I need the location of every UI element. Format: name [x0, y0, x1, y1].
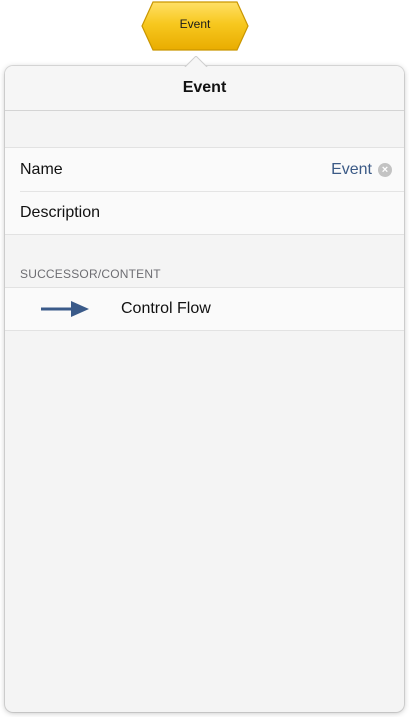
popover-header: Event: [5, 66, 404, 111]
name-field[interactable]: Event: [331, 161, 372, 179]
properties-group: Name Event × Description: [5, 147, 404, 235]
description-row[interactable]: Description: [5, 191, 404, 234]
name-row[interactable]: Name Event ×: [5, 148, 404, 191]
description-label: Description: [20, 203, 101, 221]
successor-section-header: SUCCESSOR/CONTENT: [20, 267, 161, 281]
control-flow-label: Control Flow: [121, 300, 211, 317]
right-arrow-icon: [41, 301, 89, 317]
top-spacer: [5, 111, 404, 147]
successor-group: Control Flow: [5, 287, 404, 331]
popover-title: Event: [182, 79, 227, 96]
event-node-label: Event: [179, 17, 211, 31]
event-node[interactable]: Event: [140, 0, 250, 52]
name-label: Name: [20, 160, 63, 178]
inspector-popover: Event Name Event × Description SUCCESSOR…: [5, 66, 404, 712]
clear-icon[interactable]: ×: [378, 162, 392, 177]
list-item[interactable]: Control Flow: [5, 288, 404, 330]
stage: Event Event Name Event × Description SUC…: [0, 0, 409, 717]
popover-pointer: [184, 56, 208, 68]
